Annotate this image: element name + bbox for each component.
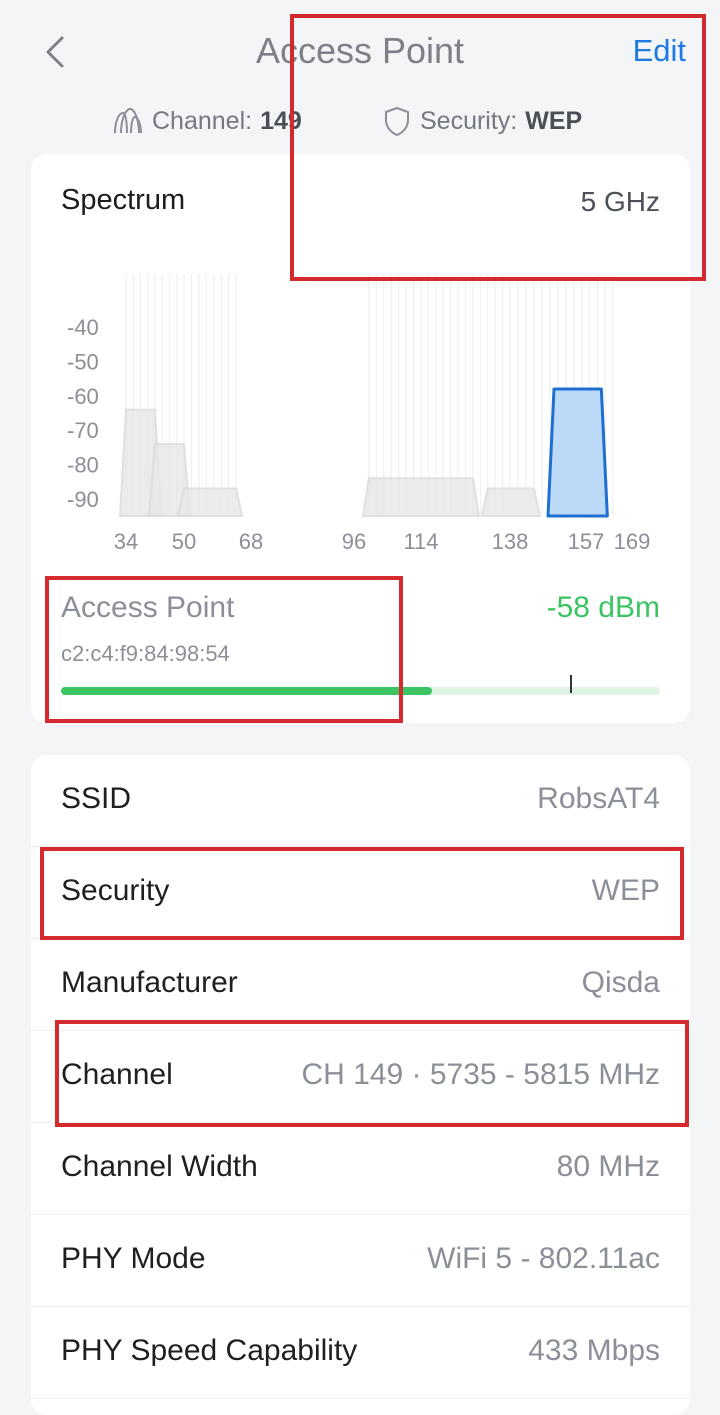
spectrum-chart: -40 -50 -60 -70 -80 -90 34 50 68 96 114 138 157 169	[67, 274, 651, 554]
detail-value: RobsAT4	[537, 782, 660, 815]
highlight-box	[45, 576, 403, 723]
y-tick-label: -70	[67, 418, 99, 443]
highlight-box	[40, 847, 684, 940]
spectrum-title: Spectrum	[61, 184, 186, 216]
y-tick-label: -50	[67, 350, 99, 375]
detail-row-channel-width[interactable]: Channel Width 80 MHz	[31, 1123, 690, 1215]
detail-value: Qisda	[581, 966, 660, 999]
y-tick-label: -90	[67, 487, 99, 512]
detail-value: 433 Mbps	[528, 1334, 660, 1367]
x-tick-label: 50	[172, 529, 196, 554]
signal-strength: -58 dBm	[546, 591, 660, 624]
ap-trace	[176, 487, 244, 517]
x-tick-label: 169	[614, 529, 651, 554]
y-tick-label: -80	[67, 453, 99, 478]
highlight-box	[55, 1020, 689, 1127]
detail-value: 80 MHz	[556, 1150, 660, 1183]
x-tick-label: 157	[568, 529, 605, 554]
detail-value: WiFi 5 - 802.11ac	[427, 1242, 660, 1275]
detail-row-manufacturer[interactable]: Manufacturer Qisda	[31, 939, 690, 1031]
channel-info-label: Channel:	[152, 106, 253, 135]
detail-label: PHY Speed Capability	[61, 1334, 358, 1367]
detail-label: PHY Mode	[61, 1242, 206, 1275]
selected-ap-trace	[546, 387, 609, 518]
x-tick-label: 96	[342, 529, 366, 554]
channel-info: Channel: 149	[112, 103, 302, 139]
ap-trace	[480, 487, 542, 517]
detail-label: Channel Width	[61, 1150, 258, 1183]
detail-label: SSID	[61, 782, 132, 815]
x-tick-label: 68	[239, 529, 263, 554]
signal-marker	[570, 675, 573, 693]
y-tick-label: -60	[67, 384, 99, 409]
ap-trace	[361, 477, 481, 517]
detail-row-ssid[interactable]: SSID RobsAT4	[31, 755, 690, 847]
detail-label: Manufacturer	[61, 966, 238, 999]
x-tick-label: 114	[403, 529, 438, 554]
y-tick-label: -40	[67, 315, 99, 340]
x-tick-label: 34	[114, 529, 138, 554]
highlight-box	[290, 14, 706, 281]
detail-row-phy-mode[interactable]: PHY Mode WiFi 5 - 802.11ac	[31, 1215, 690, 1307]
detail-row-phy-speed[interactable]: PHY Speed Capability 433 Mbps	[31, 1307, 690, 1399]
x-tick-label: 138	[492, 529, 529, 554]
antenna-icon	[114, 107, 142, 134]
